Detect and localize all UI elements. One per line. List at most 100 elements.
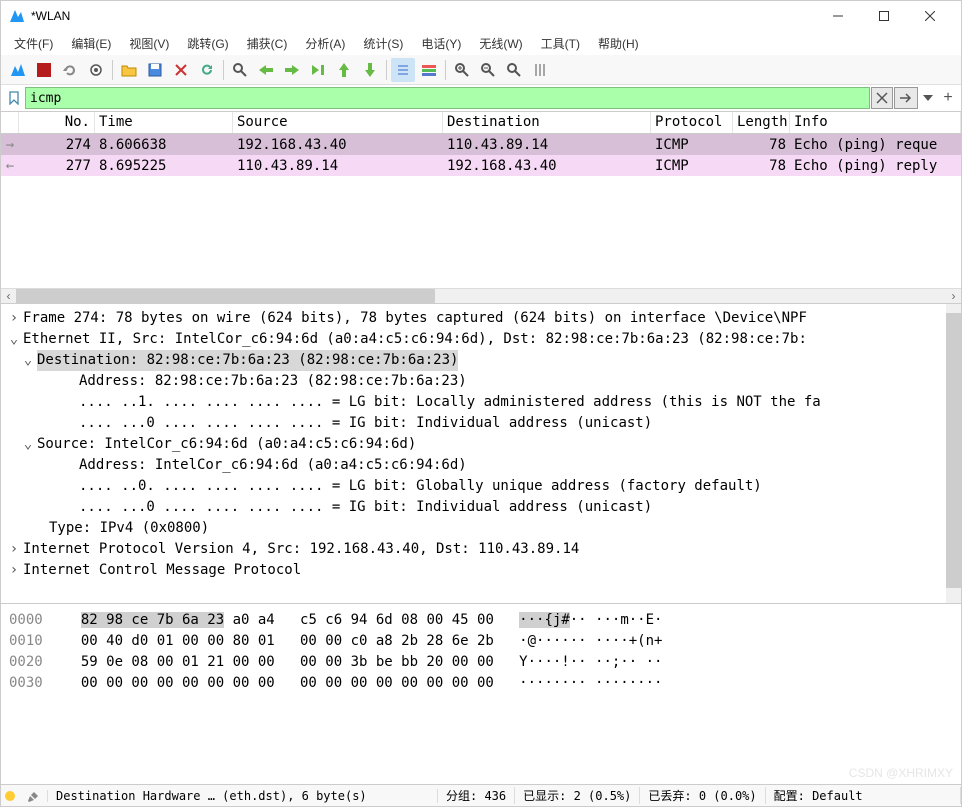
save-file-icon[interactable] [143, 58, 167, 82]
stop-capture-icon[interactable] [32, 58, 56, 82]
scroll-thumb[interactable] [16, 289, 435, 303]
expert-info-icon[interactable] [5, 791, 15, 801]
menu-statistics[interactable]: 统计(S) [354, 32, 412, 55]
open-file-icon[interactable] [117, 58, 141, 82]
display-filter-bar: + [1, 85, 961, 111]
toolbar-separator [386, 60, 387, 80]
restart-capture-icon[interactable] [58, 58, 82, 82]
start-capture-icon[interactable] [6, 58, 30, 82]
scroll-right-icon[interactable]: › [946, 289, 961, 303]
tree-eth-type[interactable]: Type: IPv4 (0x0800) [49, 518, 209, 539]
tree-eth-src-addr[interactable]: Address: IntelCor_c6:94:6d (a0:a4:c5:c6:… [79, 455, 467, 476]
hex-row[interactable]: 0030 00 00 00 00 00 00 00 00 00 00 00 00… [9, 673, 953, 694]
collapse-icon[interactable]: ⌄ [19, 434, 37, 455]
tree-eth-dst-lg[interactable]: .... ..1. .... .... .... .... = LG bit: … [79, 392, 821, 413]
menu-wireless[interactable]: 无线(W) [470, 32, 531, 55]
collapse-icon[interactable]: ⌄ [19, 350, 37, 371]
packet-details-pane[interactable]: ›Frame 274: 78 bytes on wire (624 bits),… [1, 303, 961, 603]
menu-analyze[interactable]: 分析(A) [296, 32, 354, 55]
menu-file[interactable]: 文件(F) [5, 32, 62, 55]
tree-eth-src[interactable]: Source: IntelCor_c6:94:6d (a0:a4:c5:c6:9… [37, 434, 416, 455]
clear-filter-button[interactable] [871, 87, 893, 109]
col-destination[interactable]: Destination [443, 112, 651, 133]
status-dropped: 已丢弃: 0 (0.0%) [640, 787, 765, 804]
col-source[interactable]: Source [233, 112, 443, 133]
tree-frame[interactable]: Frame 274: 78 bytes on wire (624 bits), … [23, 308, 807, 329]
find-packet-icon[interactable] [228, 58, 252, 82]
status-packets: 分组: 436 [438, 787, 515, 804]
col-protocol[interactable]: Protocol [651, 112, 733, 133]
close-button[interactable] [907, 1, 953, 31]
packet-list-body[interactable]: →2748.606638192.168.43.40110.43.89.14ICM… [1, 134, 961, 288]
go-last-icon[interactable] [358, 58, 382, 82]
colorize-icon[interactable] [417, 58, 441, 82]
go-to-packet-icon[interactable] [306, 58, 330, 82]
close-file-icon[interactable] [169, 58, 193, 82]
col-time[interactable]: Time [95, 112, 233, 133]
zoom-reset-icon[interactable] [502, 58, 526, 82]
menu-tools[interactable]: 工具(T) [532, 32, 589, 55]
status-profile[interactable]: 配置: Default [766, 787, 961, 804]
zoom-in-icon[interactable] [450, 58, 474, 82]
hex-row[interactable]: 0000 82 98 ce 7b 6a 23 a0 a4 c5 c6 94 6d… [9, 610, 953, 631]
tree-eth-dst-ig[interactable]: .... ...0 .... .... .... .... = IG bit: … [79, 413, 652, 434]
scroll-left-icon[interactable]: ‹ [1, 289, 16, 303]
go-first-icon[interactable] [332, 58, 356, 82]
menu-telephony[interactable]: 电话(Y) [412, 32, 470, 55]
expand-icon[interactable]: › [5, 560, 23, 581]
tree-eth-src-ig[interactable]: .... ...0 .... .... .... .... = IG bit: … [79, 497, 652, 518]
packet-list-pane: No. Time Source Destination Protocol Len… [1, 111, 961, 303]
window-title: *WLAN [31, 9, 815, 23]
tree-eth-src-lg[interactable]: .... ..0. .... .... .... .... = LG bit: … [79, 476, 762, 497]
hex-row[interactable]: 0020 59 0e 08 00 01 21 00 00 00 00 3b be… [9, 652, 953, 673]
reload-file-icon[interactable] [195, 58, 219, 82]
tree-eth[interactable]: Ethernet II, Src: IntelCor_c6:94:6d (a0:… [23, 329, 807, 350]
hex-row[interactable]: 0010 00 40 d0 01 00 00 80 01 00 00 c0 a8… [9, 631, 953, 652]
zoom-out-icon[interactable] [476, 58, 500, 82]
col-length[interactable]: Length [733, 112, 790, 133]
menu-help[interactable]: 帮助(H) [589, 32, 648, 55]
maximize-button[interactable] [861, 1, 907, 31]
filter-history-button[interactable] [919, 87, 937, 109]
packet-bytes-pane[interactable]: CSDN @XHRIMXY 0000 82 98 ce 7b 6a 23 a0 … [1, 603, 961, 784]
edit-capture-icon[interactable] [19, 790, 48, 802]
tree-eth-dst[interactable]: Destination: 82:98:ce:7b:6a:23 (82:98:ce… [37, 350, 458, 371]
col-info[interactable]: Info [790, 112, 961, 133]
expand-icon[interactable]: › [5, 308, 23, 329]
menu-capture[interactable]: 捕获(C) [238, 32, 297, 55]
toolbar-separator [112, 60, 113, 80]
packet-list-header: No. Time Source Destination Protocol Len… [1, 112, 961, 134]
capture-options-icon[interactable] [84, 58, 108, 82]
status-displayed: 已显示: 2 (0.5%) [515, 787, 640, 804]
packet-list-hscroll[interactable]: ‹ › [1, 288, 961, 303]
toolbar-separator [223, 60, 224, 80]
details-vscroll[interactable] [946, 304, 961, 603]
go-prev-icon[interactable] [254, 58, 278, 82]
menu-go[interactable]: 跳转(G) [178, 32, 237, 55]
auto-scroll-icon[interactable] [391, 58, 415, 82]
col-no[interactable]: No. [19, 112, 95, 133]
collapse-icon[interactable]: ⌄ [5, 329, 23, 350]
packet-row[interactable]: ←2778.695225110.43.89.14192.168.43.40ICM… [1, 155, 961, 176]
display-filter-input[interactable] [25, 87, 870, 109]
bookmark-filter-icon[interactable] [5, 87, 23, 109]
col-marker[interactable] [1, 112, 19, 133]
resize-columns-icon[interactable] [528, 58, 552, 82]
apply-filter-button[interactable] [894, 87, 918, 109]
main-toolbar [1, 55, 961, 85]
menu-view[interactable]: 视图(V) [120, 32, 178, 55]
status-field: Destination Hardware … (eth.dst), 6 byte… [48, 789, 438, 803]
title-bar: *WLAN [1, 1, 961, 31]
go-next-icon[interactable] [280, 58, 304, 82]
tree-ip[interactable]: Internet Protocol Version 4, Src: 192.16… [23, 539, 579, 560]
tree-eth-dst-addr[interactable]: Address: 82:98:ce:7b:6a:23 (82:98:ce:7b:… [79, 371, 467, 392]
tree-icmp[interactable]: Internet Control Message Protocol [23, 560, 301, 581]
packet-row[interactable]: →2748.606638192.168.43.40110.43.89.14ICM… [1, 134, 961, 155]
watermark: CSDN @XHRIMXY [849, 764, 953, 782]
add-filter-button[interactable]: + [939, 87, 957, 109]
toolbar-separator [445, 60, 446, 80]
app-logo-icon [9, 8, 25, 24]
minimize-button[interactable] [815, 1, 861, 31]
expand-icon[interactable]: › [5, 539, 23, 560]
menu-edit[interactable]: 编辑(E) [62, 32, 120, 55]
